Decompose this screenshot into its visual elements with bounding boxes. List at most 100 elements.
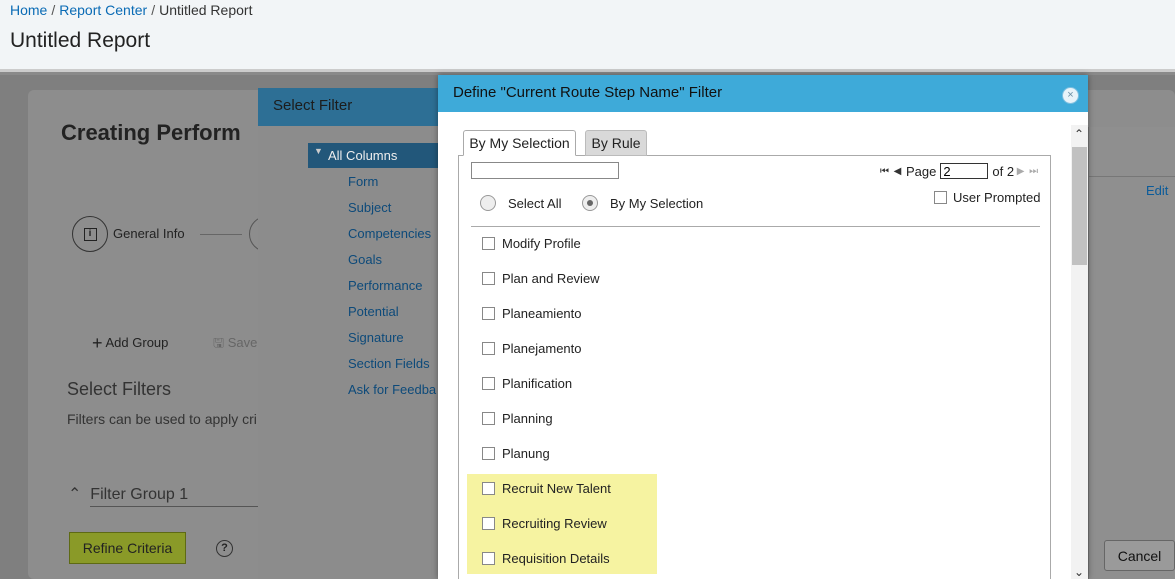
right-panel-divider xyxy=(1088,176,1175,177)
breadcrumb: Home / Report Center / Untitled Report xyxy=(10,2,252,18)
column-group-item[interactable]: Form xyxy=(348,174,378,189)
option-checkbox[interactable] xyxy=(482,341,495,355)
page-title: Untitled Report xyxy=(10,29,151,52)
option-label: Requisition Details xyxy=(502,550,610,566)
option-label: Recruit New Talent xyxy=(502,480,611,496)
option-label: Planning xyxy=(502,410,553,426)
column-group-item[interactable]: Performance xyxy=(348,278,422,293)
option-checkbox[interactable] xyxy=(482,446,495,460)
filter-group-label: Filter Group 1 xyxy=(90,486,189,503)
user-prompted-option[interactable]: User Prompted xyxy=(934,190,1040,205)
filter-group-divider xyxy=(90,506,260,507)
option-item[interactable]: Planning xyxy=(482,409,553,427)
column-group-item[interactable]: Competencies xyxy=(348,226,431,241)
breadcrumb-separator: / xyxy=(51,2,56,18)
option-item[interactable]: Recruiting Review xyxy=(482,514,607,532)
option-checkbox[interactable] xyxy=(482,481,495,495)
by-my-selection-label: By My Selection xyxy=(610,195,704,211)
user-prompted-checkbox[interactable] xyxy=(934,191,947,204)
tab-by-my-selection[interactable]: By My Selection xyxy=(463,130,576,156)
general-info-step[interactable]: i xyxy=(72,216,108,252)
option-label: Modify Profile xyxy=(502,235,581,251)
option-item[interactable]: Requisition Details xyxy=(482,549,610,567)
step-connector xyxy=(200,234,242,235)
option-label: Recruiting Review xyxy=(502,515,607,531)
page-total: of 2 xyxy=(992,163,1015,179)
info-icon: i xyxy=(83,227,97,241)
tab-by-rule[interactable]: By Rule xyxy=(585,130,647,156)
pagination: ⏮ ◀ Page of 2 ▶ ⏭ xyxy=(878,162,1040,180)
option-checkbox[interactable] xyxy=(482,306,495,320)
prev-page-icon[interactable]: ◀ xyxy=(891,166,904,177)
option-item[interactable]: Planung xyxy=(482,444,550,462)
option-item[interactable]: Planeamiento xyxy=(482,304,582,322)
option-label: Plan and Review xyxy=(502,270,600,286)
option-item[interactable]: Planification xyxy=(482,374,572,392)
add-group-button[interactable]: + Add Group xyxy=(92,333,168,354)
cancel-button[interactable]: Cancel xyxy=(1104,540,1175,571)
by-my-selection-radio[interactable] xyxy=(582,195,598,211)
option-item[interactable]: Recruit New Talent xyxy=(482,479,611,497)
option-label: Planung xyxy=(502,445,550,461)
by-my-selection-radio-option[interactable]: By My Selection xyxy=(582,194,703,212)
option-checkbox[interactable] xyxy=(482,376,495,390)
save-button[interactable]: 🖫 Save xyxy=(213,334,257,356)
plus-icon: + xyxy=(92,333,103,353)
filter-group-toggle[interactable]: ⌃ Filter Group 1 xyxy=(68,484,188,504)
option-label: Planeamiento xyxy=(502,305,582,321)
select-filter-title: Select Filter xyxy=(273,97,353,114)
page-number-input[interactable] xyxy=(940,163,989,179)
option-checkbox[interactable] xyxy=(482,551,495,565)
page-header: Home / Report Center / Untitled Report Untit… xyxy=(0,0,1175,72)
column-group-all-columns-label: All Columns xyxy=(328,148,398,163)
option-checkbox[interactable] xyxy=(482,271,495,285)
define-filter-dialog: Define "Current Route Step Name" Filter … xyxy=(438,75,1088,579)
add-group-label: Add Group xyxy=(105,335,169,350)
select-filters-description: Filters can be used to apply cri xyxy=(67,411,257,427)
column-group-item[interactable]: Subject xyxy=(348,200,391,215)
scroll-down-icon[interactable]: ⌄ xyxy=(1074,565,1084,579)
option-label: Planejamento xyxy=(502,340,582,356)
chevron-up-icon: ⌃ xyxy=(68,486,82,503)
option-checkbox[interactable] xyxy=(482,236,495,250)
column-group-item[interactable]: Goals xyxy=(348,252,382,267)
general-info-step-label: General Info xyxy=(113,226,185,241)
first-page-icon[interactable]: ⏮ xyxy=(878,166,891,177)
scroll-up-icon[interactable]: ⌃ xyxy=(1074,127,1084,141)
select-all-radio[interactable] xyxy=(480,195,496,211)
option-checkbox[interactable] xyxy=(482,516,495,530)
column-group-item[interactable]: Ask for Feedba xyxy=(348,382,436,397)
refine-criteria-button[interactable]: Refine Criteria xyxy=(69,532,186,564)
edit-link[interactable]: Edit xyxy=(1146,183,1168,198)
save-icon: 🖫 xyxy=(213,335,225,350)
option-item[interactable]: Plan and Review xyxy=(482,269,600,287)
help-icon[interactable]: ? xyxy=(216,540,233,557)
column-group-item[interactable]: Potential xyxy=(348,304,399,319)
expand-triangle-icon: ▼ xyxy=(314,146,323,156)
column-group-item[interactable]: Section Fields xyxy=(348,356,430,371)
breadcrumb-current: Untitled Report xyxy=(159,2,253,18)
option-label: Planification xyxy=(502,375,573,391)
option-item[interactable]: Planejamento xyxy=(482,339,582,357)
option-item[interactable]: Modify Profile xyxy=(482,234,581,252)
wizard-heading: Creating Perform xyxy=(61,120,241,145)
page-label: Page xyxy=(906,163,937,179)
close-icon[interactable]: × xyxy=(1062,87,1079,104)
dialog-header: Define "Current Route Step Name" Filter … xyxy=(438,75,1088,112)
last-page-icon[interactable]: ⏭ xyxy=(1027,166,1040,177)
save-label: Save xyxy=(227,335,258,350)
select-all-radio-option[interactable]: Select All xyxy=(480,194,561,212)
breadcrumb-home-link[interactable]: Home xyxy=(10,2,47,18)
next-page-icon[interactable]: ▶ xyxy=(1014,166,1027,177)
breadcrumb-report-center-link[interactable]: Report Center xyxy=(59,2,147,18)
dialog-title: Define "Current Route Step Name" Filter xyxy=(453,84,723,101)
column-group-item[interactable]: Signature xyxy=(348,330,404,345)
select-all-label: Select All xyxy=(508,195,562,211)
scrollbar-thumb[interactable] xyxy=(1072,147,1087,265)
select-filters-heading: Select Filters xyxy=(67,379,172,399)
option-checkbox[interactable] xyxy=(482,411,495,425)
search-input[interactable] xyxy=(471,162,619,179)
user-prompted-label: User Prompted xyxy=(953,190,1041,205)
options-divider xyxy=(471,226,1040,227)
breadcrumb-separator: / xyxy=(151,2,156,18)
